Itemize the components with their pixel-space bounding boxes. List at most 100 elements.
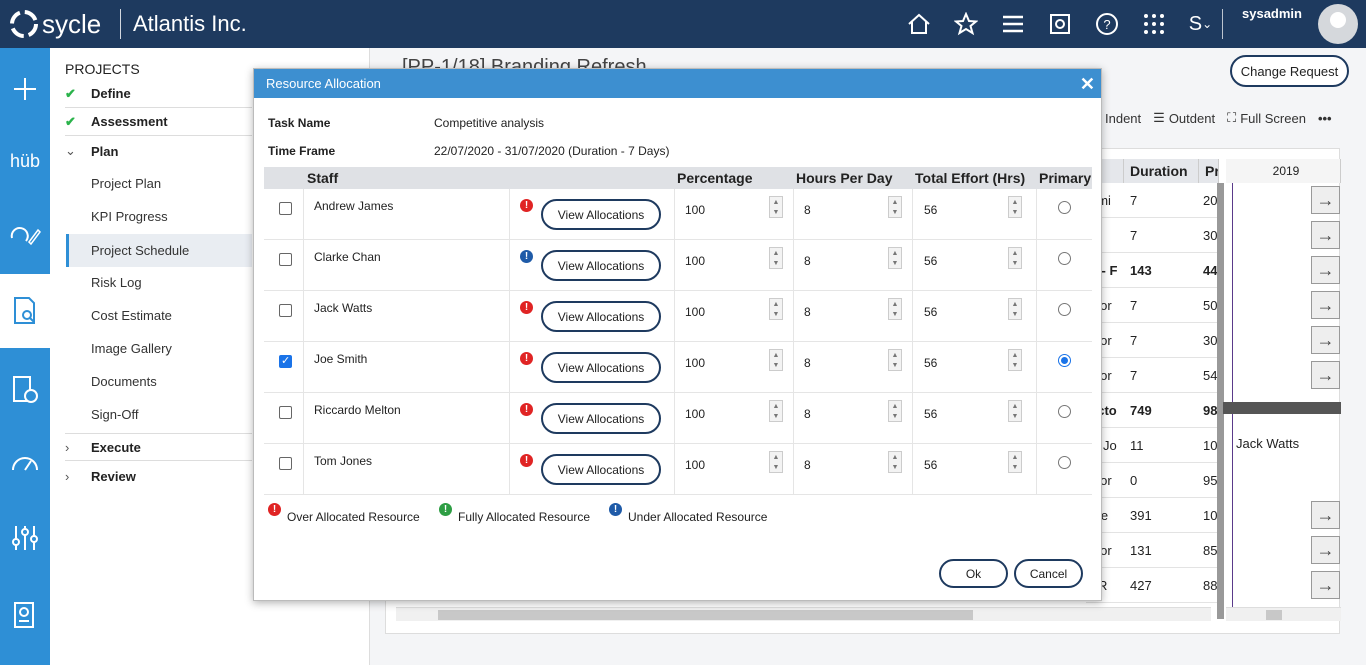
scroll-to-task-arrow-icon[interactable]: →: [1311, 291, 1340, 319]
menu-icon[interactable]: [989, 10, 1036, 38]
percentage-stepper[interactable]: ▲ ▼: [769, 451, 783, 473]
total-effort-stepper[interactable]: ▲ ▼: [1008, 451, 1022, 473]
gauge-icon[interactable]: [0, 426, 50, 500]
primary-radio[interactable]: [1058, 456, 1071, 469]
percentage-stepper[interactable]: ▲ ▼: [769, 298, 783, 320]
percentage-value[interactable]: 100: [685, 203, 705, 217]
gantt-row[interactable]: ctor095: [1086, 463, 1217, 498]
view-allocations-button[interactable]: View Allocations: [541, 403, 661, 434]
percentage-stepper[interactable]: ▲ ▼: [769, 247, 783, 269]
star-icon[interactable]: [942, 10, 989, 38]
gantt-row[interactable]: ctor750: [1086, 288, 1217, 323]
row-checkbox[interactable]: [279, 354, 292, 368]
view-allocations-button[interactable]: View Allocations: [541, 454, 661, 485]
scroll-to-task-arrow-icon[interactable]: →: [1311, 536, 1340, 564]
nav-image-gallery[interactable]: Image Gallery: [66, 332, 252, 365]
hub-icon[interactable]: hüb: [0, 124, 50, 198]
primary-radio[interactable]: [1058, 354, 1071, 367]
hours-stepper[interactable]: ▲ ▼: [888, 451, 902, 473]
total-effort-stepper[interactable]: ▲ ▼: [1008, 196, 1022, 218]
primary-radio[interactable]: [1058, 252, 1071, 265]
gantt-row[interactable]: n - F 143 44: [1086, 253, 1217, 288]
primary-radio[interactable]: [1058, 303, 1071, 316]
sliders-icon[interactable]: [0, 501, 50, 575]
row-checkbox[interactable]: [279, 253, 292, 266]
scroll-to-task-arrow-icon[interactable]: →: [1311, 571, 1340, 599]
total-effort-value[interactable]: 56: [924, 407, 937, 421]
help-icon[interactable]: ?: [1083, 10, 1130, 38]
row-checkbox[interactable]: [279, 304, 292, 317]
hours-value[interactable]: 8: [804, 254, 811, 268]
total-effort-value[interactable]: 56: [924, 254, 937, 268]
nav-documents[interactable]: Documents: [66, 365, 252, 398]
scroll-to-task-arrow-icon[interactable]: →: [1311, 221, 1340, 249]
nav-risk-log[interactable]: Risk Log: [66, 266, 252, 299]
hours-stepper[interactable]: ▲ ▼: [888, 298, 902, 320]
col-header-pr[interactable]: Pr: [1199, 159, 1219, 183]
gantt-row[interactable]: ctor730: [1086, 323, 1217, 358]
total-effort-stepper[interactable]: ▲ ▼: [1008, 247, 1022, 269]
primary-radio[interactable]: [1058, 405, 1071, 418]
gantt-row[interactable]: ctor13185: [1086, 533, 1217, 568]
gantt-row[interactable]: - R42788: [1086, 568, 1217, 603]
primary-radio[interactable]: [1058, 201, 1071, 214]
timeline-scrollbar[interactable]: [1226, 607, 1341, 621]
ok-button[interactable]: Ok: [939, 559, 1008, 588]
nav-cost-estimate[interactable]: Cost Estimate: [66, 299, 252, 332]
gantt-row[interactable]: ctor754: [1086, 358, 1217, 393]
hours-value[interactable]: 8: [804, 203, 811, 217]
percentage-value[interactable]: 100: [685, 356, 705, 370]
total-effort-value[interactable]: 56: [924, 458, 937, 472]
user-switch-menu[interactable]: S ⌄: [1177, 10, 1224, 38]
scroll-to-task-arrow-icon[interactable]: →: [1311, 361, 1340, 389]
percentage-value[interactable]: 100: [685, 305, 705, 319]
view-allocations-button[interactable]: View Allocations: [541, 352, 661, 383]
nav-sign-off[interactable]: Sign-Off: [66, 398, 252, 431]
hours-value[interactable]: 8: [804, 356, 811, 370]
more-icon[interactable]: •••: [1318, 110, 1332, 126]
gantt-row[interactable]: D,Jo 11 10: [1086, 428, 1217, 463]
gantt-row[interactable]: ecto 749 98: [1086, 393, 1217, 428]
cancel-button[interactable]: Cancel: [1014, 559, 1083, 588]
col-header-duration[interactable]: Duration: [1124, 159, 1199, 183]
hours-value[interactable]: 8: [804, 458, 811, 472]
hours-stepper[interactable]: ▲ ▼: [888, 349, 902, 371]
total-effort-stepper[interactable]: ▲ ▼: [1008, 400, 1022, 422]
help-desk-icon[interactable]: [1036, 10, 1083, 38]
row-checkbox[interactable]: [279, 457, 292, 470]
document-search-icon[interactable]: [0, 274, 50, 348]
percentage-stepper[interactable]: ▲ ▼: [769, 196, 783, 218]
phase-execute[interactable]: › Execute: [65, 433, 252, 461]
outdent-button[interactable]: ☰ Outdent: [1153, 110, 1215, 126]
summary-bar[interactable]: [1223, 402, 1341, 414]
scroll-to-task-arrow-icon[interactable]: →: [1311, 186, 1340, 214]
percentage-value[interactable]: 100: [685, 407, 705, 421]
nav-kpi-progress[interactable]: KPI Progress: [66, 200, 252, 233]
close-icon[interactable]: ✕: [1080, 74, 1095, 95]
percentage-stepper[interactable]: ▲ ▼: [769, 400, 783, 422]
apps-grid-icon[interactable]: [1130, 10, 1177, 38]
full-screen-button[interactable]: ⛶ Full Screen: [1227, 110, 1306, 126]
refresh-edit-icon[interactable]: [0, 198, 50, 272]
phase-assessment[interactable]: ✔ Assessment: [65, 108, 252, 136]
hours-stepper[interactable]: ▲ ▼: [888, 247, 902, 269]
calculator-clock-icon[interactable]: [0, 353, 50, 427]
username[interactable]: sysadmin: [1242, 6, 1302, 21]
hours-stepper[interactable]: ▲ ▼: [888, 196, 902, 218]
total-effort-stepper[interactable]: ▲ ▼: [1008, 298, 1022, 320]
hours-stepper[interactable]: ▲ ▼: [888, 400, 902, 422]
scroll-to-task-arrow-icon[interactable]: →: [1311, 501, 1340, 529]
scroll-to-task-arrow-icon[interactable]: →: [1311, 256, 1340, 284]
home-icon[interactable]: [895, 10, 942, 38]
phase-review[interactable]: › Review: [65, 462, 252, 490]
phase-define[interactable]: ✔ Define: [65, 80, 252, 108]
horizontal-scrollbar[interactable]: [396, 607, 1211, 621]
total-effort-value[interactable]: 56: [924, 203, 937, 217]
percentage-value[interactable]: 100: [685, 458, 705, 472]
indent-button[interactable]: Indent: [1105, 110, 1141, 126]
scroll-to-task-arrow-icon[interactable]: →: [1311, 326, 1340, 354]
view-allocations-button[interactable]: View Allocations: [541, 250, 661, 281]
total-effort-stepper[interactable]: ▲ ▼: [1008, 349, 1022, 371]
add-icon[interactable]: [0, 52, 50, 126]
percentage-value[interactable]: 100: [685, 254, 705, 268]
